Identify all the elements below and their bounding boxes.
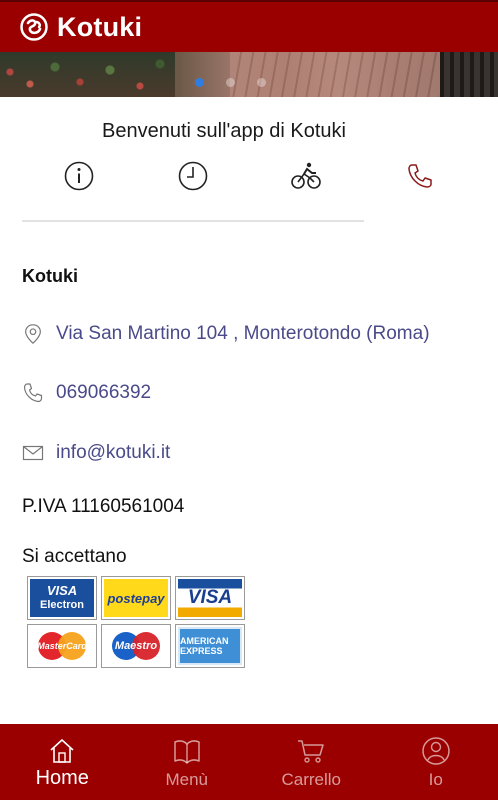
nav-profile[interactable]: Io [374,724,498,800]
visa-electron-card: VISA Electron [27,576,97,620]
app-bar: Kotuki [0,0,498,52]
opening-hours-button[interactable] [175,158,211,194]
phone-icon [23,383,43,403]
nav-home-label: Home [35,767,89,789]
location-pin-icon [25,324,41,344]
nav-menu[interactable]: Menù [125,724,250,800]
section-divider [22,220,364,222]
postepay-card: postepay [101,576,171,620]
phone-icon [408,164,432,188]
info-button[interactable] [61,158,97,194]
image-carousel[interactable] [0,52,498,97]
cart-icon [298,740,324,763]
mastercard-card: MasterCard [27,624,97,668]
maestro-card: Maestro [101,624,171,668]
info-icon [64,161,94,191]
welcome-text: Benvenuti sull'app di Kotuki [102,120,346,142]
app-title: Kotuki [57,11,143,42]
book-icon [174,740,200,764]
nav-cart[interactable]: Carrello [249,724,374,800]
mail-icon [22,445,44,461]
phone-text[interactable]: 069066392 [56,382,151,404]
nav-home[interactable]: Home [0,724,125,800]
address-text[interactable]: Via San Martino 104 , Monterotondo (Roma… [56,323,430,345]
nav-cart-label: Carrello [281,770,342,789]
call-button[interactable] [402,158,438,194]
phone-link[interactable]: 069066392 [22,381,151,405]
kotuki-logo-icon [20,13,48,41]
carousel-dot-3[interactable] [257,78,266,87]
payments-title: Si accettano [22,546,127,567]
email-link[interactable]: info@kotuki.it [22,441,170,465]
american-express-card: AMERICAN EXPRESS [175,624,245,668]
carousel-indicator[interactable] [195,78,266,87]
visa-card: VISA [175,576,245,620]
email-text[interactable]: info@kotuki.it [56,442,170,464]
nav-profile-label: Io [428,770,443,789]
carousel-dot-1[interactable] [195,78,204,87]
address-link[interactable]: Via San Martino 104 , Monterotondo (Roma… [22,322,430,346]
user-icon [422,737,450,765]
quick-actions [0,158,498,194]
bicycle-delivery-icon [291,162,321,189]
nav-menu-label: Menù [165,770,209,789]
vat-number: P.IVA 11160561004 [22,496,185,517]
clock-icon [178,161,208,191]
delivery-button[interactable] [288,158,324,194]
home-icon [50,739,74,763]
bottom-navigation: Home Menù Carrello Io [0,724,498,800]
carousel-dot-2[interactable] [226,78,235,87]
business-name: Kotuki [22,266,78,286]
